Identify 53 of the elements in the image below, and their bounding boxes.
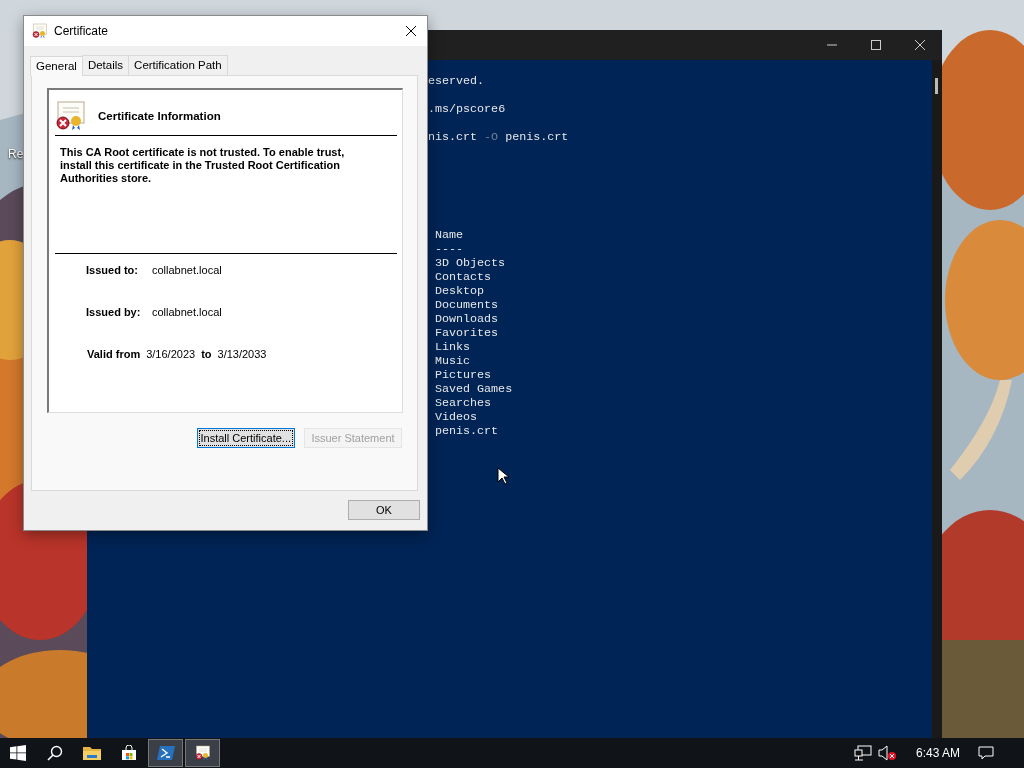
ok-button[interactable]: OK [348, 500, 420, 520]
field-label: Issued to: [86, 264, 139, 276]
terminal-text: nis.crt [428, 130, 478, 144]
terminal-icon[interactable] [156, 745, 175, 761]
maximize-icon[interactable] [870, 39, 882, 51]
range-separator: to [201, 348, 212, 360]
folder-icon[interactable] [82, 745, 101, 761]
terminal-text: eserved. [428, 74, 485, 88]
listing-item: Documents [435, 298, 499, 312]
terminal-text: penis.crt [505, 130, 569, 144]
date-value: 3/13/2033 [217, 348, 267, 360]
certificate-icon [32, 23, 48, 39]
listing-item: Music [435, 354, 471, 368]
tab[interactable]: Certification Path [128, 55, 228, 75]
field-value: collabnet.local [152, 264, 222, 276]
close-icon[interactable] [405, 25, 417, 37]
taskbar-button[interactable] [148, 739, 183, 767]
muted-speaker-icon[interactable] [877, 745, 896, 761]
shopping-bag-icon[interactable] [120, 745, 137, 761]
listing-item: Favorites [435, 326, 499, 340]
listing-item: 3D Objects [435, 256, 506, 270]
listing-item: Pictures [435, 368, 492, 382]
certificate-icon [194, 745, 211, 761]
listing-item: Contacts [435, 270, 492, 284]
listing-item: Links [435, 340, 471, 354]
field-label: Issued by: [86, 306, 142, 318]
mouse-pointer-icon [497, 467, 509, 485]
dialog-title: Certificate [54, 24, 110, 38]
network-icon[interactable] [853, 745, 872, 761]
listing-item: penis.crt [435, 424, 499, 438]
search-icon[interactable] [46, 745, 63, 761]
clock[interactable]: 6:43 AM [915, 746, 960, 760]
notification-icon[interactable] [978, 745, 994, 761]
section-heading: Certificate Information [98, 110, 221, 122]
header-rule: ---- [435, 242, 464, 256]
command-parameter: -O [484, 130, 499, 144]
taskbar-button[interactable] [185, 739, 220, 767]
field-value: collabnet.local [152, 306, 222, 318]
windows-logo-icon[interactable] [9, 745, 26, 761]
tab[interactable]: General [30, 56, 83, 76]
column-header: Name [435, 228, 464, 242]
scrollbar[interactable] [932, 60, 942, 738]
certificate-icon [55, 100, 87, 132]
listing-item: Desktop [435, 284, 485, 298]
terminal-text: .ms/pscore6 [428, 102, 506, 116]
field-label: Valid from [87, 348, 141, 360]
date-value: 3/16/2023 [146, 348, 196, 360]
listing-item: Videos [435, 410, 478, 424]
install-button[interactable]: Install Certificate... [196, 428, 295, 448]
listing-item: Searches [435, 396, 492, 410]
listing-item: Downloads [435, 312, 499, 326]
listing-item: Saved Games [435, 382, 513, 396]
trust-message: This CA Root certificate is not trusted. To enable trust, install this certificate in the Trusted Root Certification Authorities store. [55, 136, 397, 254]
